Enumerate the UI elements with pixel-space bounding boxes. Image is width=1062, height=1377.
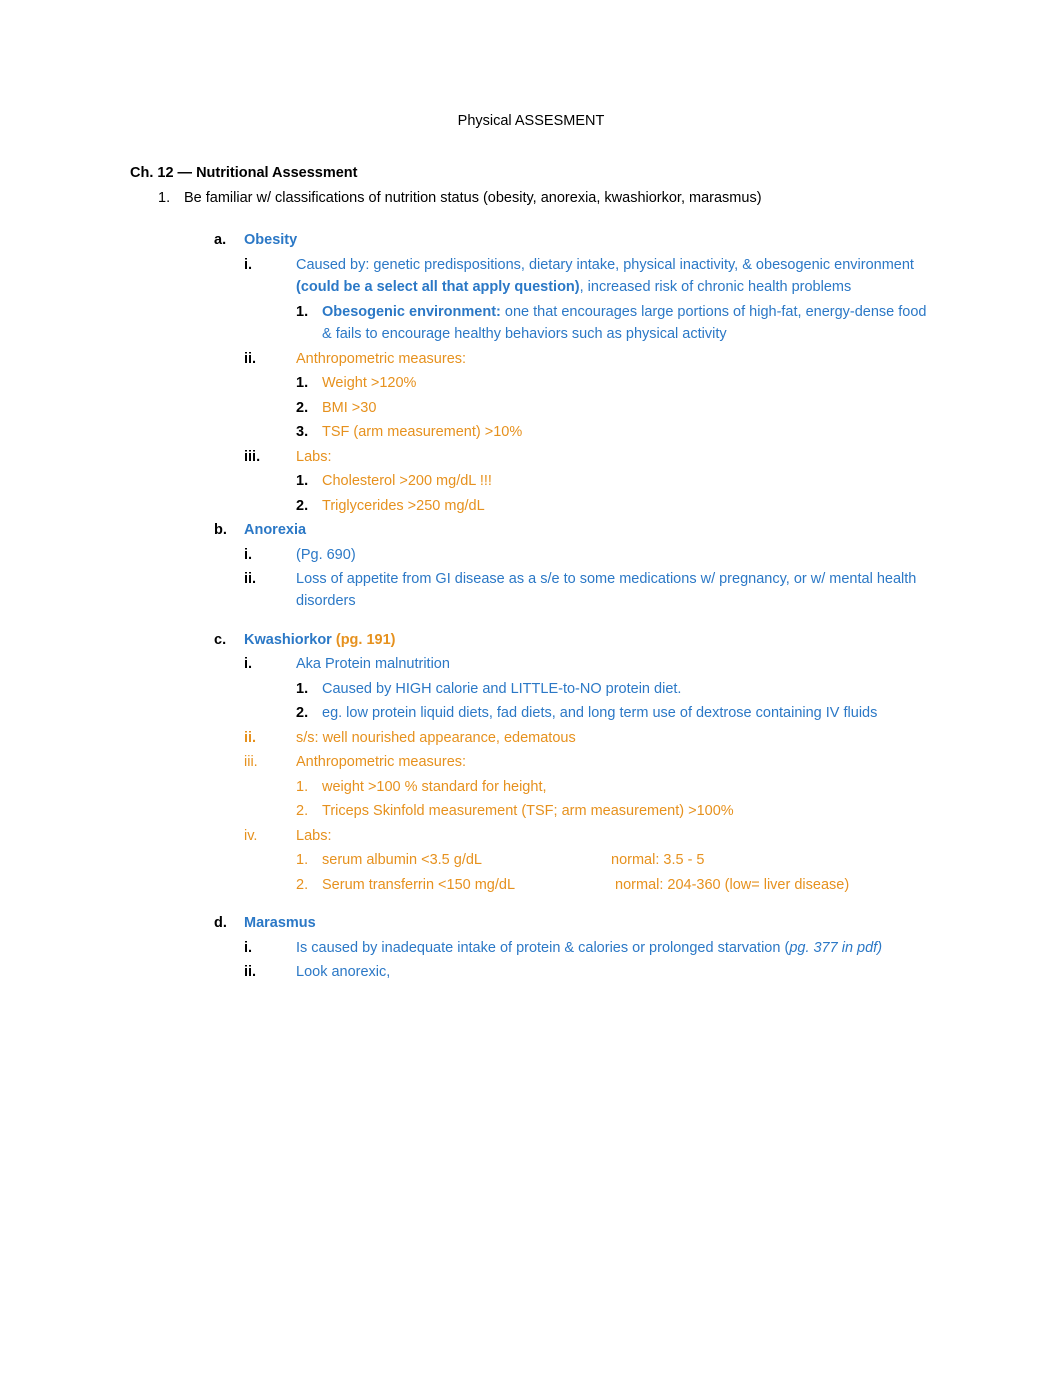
text: Is caused by inadequate intake of protei… xyxy=(296,937,927,959)
lab-value: Serum transferrin <150 mg/dL xyxy=(322,874,611,896)
list-marker: c. xyxy=(214,629,244,651)
list-text: Be familiar w/ classifications of nutrit… xyxy=(184,190,762,206)
text-bold: Obesogenic environment: xyxy=(322,304,501,320)
list-marker: 1. xyxy=(296,470,322,492)
text: Obesogenic environment: one that encoura… xyxy=(322,301,927,346)
list-marker: 2. xyxy=(296,874,322,896)
text: Labs: xyxy=(296,446,927,468)
text: eg. low protein liquid diets, fad diets,… xyxy=(322,702,927,724)
list-marker: 2. xyxy=(296,495,322,517)
text: Serum transferrin <150 mg/dL normal: 204… xyxy=(322,874,927,896)
kwashiorkor-iv-1: 1. serum albumin <3.5 g/dLnormal: 3.5 - … xyxy=(130,849,932,871)
list-marker: 2. xyxy=(296,397,322,419)
text: Caused by HIGH calorie and LITTLE-to-NO … xyxy=(322,678,927,700)
list-marker: ii. xyxy=(244,727,296,749)
section-kwashiorkor: c.Kwashiorkor (pg. 191) xyxy=(130,629,932,651)
obesity-iii: iii. Labs: xyxy=(130,446,932,468)
kwashiorkor-i-2: 2. eg. low protein liquid diets, fad die… xyxy=(130,702,932,724)
list-marker: 1. xyxy=(296,372,322,394)
obesity-ii-3: 3. TSF (arm measurement) >10% xyxy=(130,421,932,443)
obesity-iii-2: 2. Triglycerides >250 mg/dL xyxy=(130,495,932,517)
section-anorexia: b.Anorexia xyxy=(130,519,932,541)
anorexia-ii: ii. Loss of appetite from GI disease as … xyxy=(130,568,932,613)
list-marker: i. xyxy=(244,653,296,675)
kwashiorkor-iii-1: 1. weight >100 % standard for height, xyxy=(130,776,932,798)
kwashiorkor-iii-2: 2. Triceps Skinfold measurement (TSF; ar… xyxy=(130,800,932,822)
page-ref: (pg. 191) xyxy=(332,632,396,648)
page-title: Physical ASSESMENT xyxy=(130,110,932,132)
text: Triglycerides >250 mg/dL xyxy=(322,495,927,517)
lab-normal: normal: 3.5 - 5 xyxy=(611,852,705,868)
text: serum albumin <3.5 g/dLnormal: 3.5 - 5 xyxy=(322,849,927,871)
list-marker: iii. xyxy=(244,446,296,468)
section-marasmus: d.Marasmus xyxy=(130,912,932,934)
list-marker: i. xyxy=(244,937,296,959)
text-part: Caused by: genetic predispositions, diet… xyxy=(296,257,914,273)
list-marker: b. xyxy=(214,519,244,541)
obesity-ii-1: 1. Weight >120% xyxy=(130,372,932,394)
lab-normal: normal: 204-360 (low= liver disease) xyxy=(611,877,849,893)
obesity-iii-1: 1. Cholesterol >200 mg/dL !!! xyxy=(130,470,932,492)
kwashiorkor-iii: iii. Anthropometric measures: xyxy=(130,751,932,773)
text: Triceps Skinfold measurement (TSF; arm m… xyxy=(322,800,927,822)
marasmus-i: i. Is caused by inadequate intake of pro… xyxy=(130,937,932,959)
section-obesity: a.Obesity xyxy=(130,229,932,251)
list-marker: i. xyxy=(244,544,296,566)
marasmus-ii: ii. Look anorexic, xyxy=(130,961,932,983)
anorexia-heading: Anorexia xyxy=(244,522,306,538)
list-marker: 2. xyxy=(296,800,322,822)
list-marker: a. xyxy=(214,229,244,251)
marasmus-heading: Marasmus xyxy=(244,915,316,931)
text: Aka Protein malnutrition xyxy=(296,653,927,675)
text-part: Is caused by inadequate intake of protei… xyxy=(296,940,789,956)
obesity-heading: Obesity xyxy=(244,232,297,248)
text: Anthropometric measures: xyxy=(296,751,927,773)
text: Anthropometric measures: xyxy=(296,348,927,370)
list-marker: i. xyxy=(244,254,296,299)
list-item-1: 1.Be familiar w/ classifications of nutr… xyxy=(130,187,932,209)
text: Cholesterol >200 mg/dL !!! xyxy=(322,470,927,492)
list-marker: ii. xyxy=(244,348,296,370)
page-ref-italic: pg. 377 in pdf) xyxy=(789,940,882,956)
text: weight >100 % standard for height, xyxy=(322,776,927,798)
kwashiorkor-iv: iv. Labs: xyxy=(130,825,932,847)
list-marker: 2. xyxy=(296,702,322,724)
obesity-i-1: 1. Obesogenic environment: one that enco… xyxy=(130,301,932,346)
text: TSF (arm measurement) >10% xyxy=(322,421,927,443)
list-marker: iii. xyxy=(244,751,296,773)
list-marker: 1. xyxy=(296,776,322,798)
text: Look anorexic, xyxy=(296,961,927,983)
obesity-ii-2: 2. BMI >30 xyxy=(130,397,932,419)
text-part: , increased risk of chronic health probl… xyxy=(580,279,852,295)
obesity-i: i. Caused by: genetic predispositions, d… xyxy=(130,254,932,299)
list-marker: ii. xyxy=(244,568,296,613)
kwashiorkor-heading: Kwashiorkor (pg. 191) xyxy=(244,632,396,648)
list-marker: iv. xyxy=(244,825,296,847)
obesity-ii: ii. Anthropometric measures: xyxy=(130,348,932,370)
list-marker: 1. xyxy=(296,678,322,700)
lab-value: serum albumin <3.5 g/dL xyxy=(322,849,611,871)
kwashiorkor-ii: ii. s/s: well nourished appearance, edem… xyxy=(130,727,932,749)
chapter-heading: Ch. 12 — Nutritional Assessment xyxy=(130,162,932,184)
list-marker: ii. xyxy=(244,961,296,983)
heading-text: Kwashiorkor xyxy=(244,632,332,648)
text-bold: (could be a select all that apply questi… xyxy=(296,279,580,295)
text: s/s: well nourished appearance, edematou… xyxy=(296,727,927,749)
list-marker: 1. xyxy=(296,301,322,346)
text: (Pg. 690) xyxy=(296,544,927,566)
text: BMI >30 xyxy=(322,397,927,419)
obesity-i-text: Caused by: genetic predispositions, diet… xyxy=(296,254,927,299)
text: Labs: xyxy=(296,825,927,847)
text: Weight >120% xyxy=(322,372,927,394)
text: Loss of appetite from GI disease as a s/… xyxy=(296,568,927,613)
kwashiorkor-i: i. Aka Protein malnutrition xyxy=(130,653,932,675)
anorexia-i: i. (Pg. 690) xyxy=(130,544,932,566)
list-marker: d. xyxy=(214,912,244,934)
list-marker: 3. xyxy=(296,421,322,443)
list-marker: 1. xyxy=(296,849,322,871)
kwashiorkor-i-1: 1. Caused by HIGH calorie and LITTLE-to-… xyxy=(130,678,932,700)
kwashiorkor-iv-2: 2. Serum transferrin <150 mg/dL normal: … xyxy=(130,874,932,896)
list-marker: 1. xyxy=(158,187,184,209)
